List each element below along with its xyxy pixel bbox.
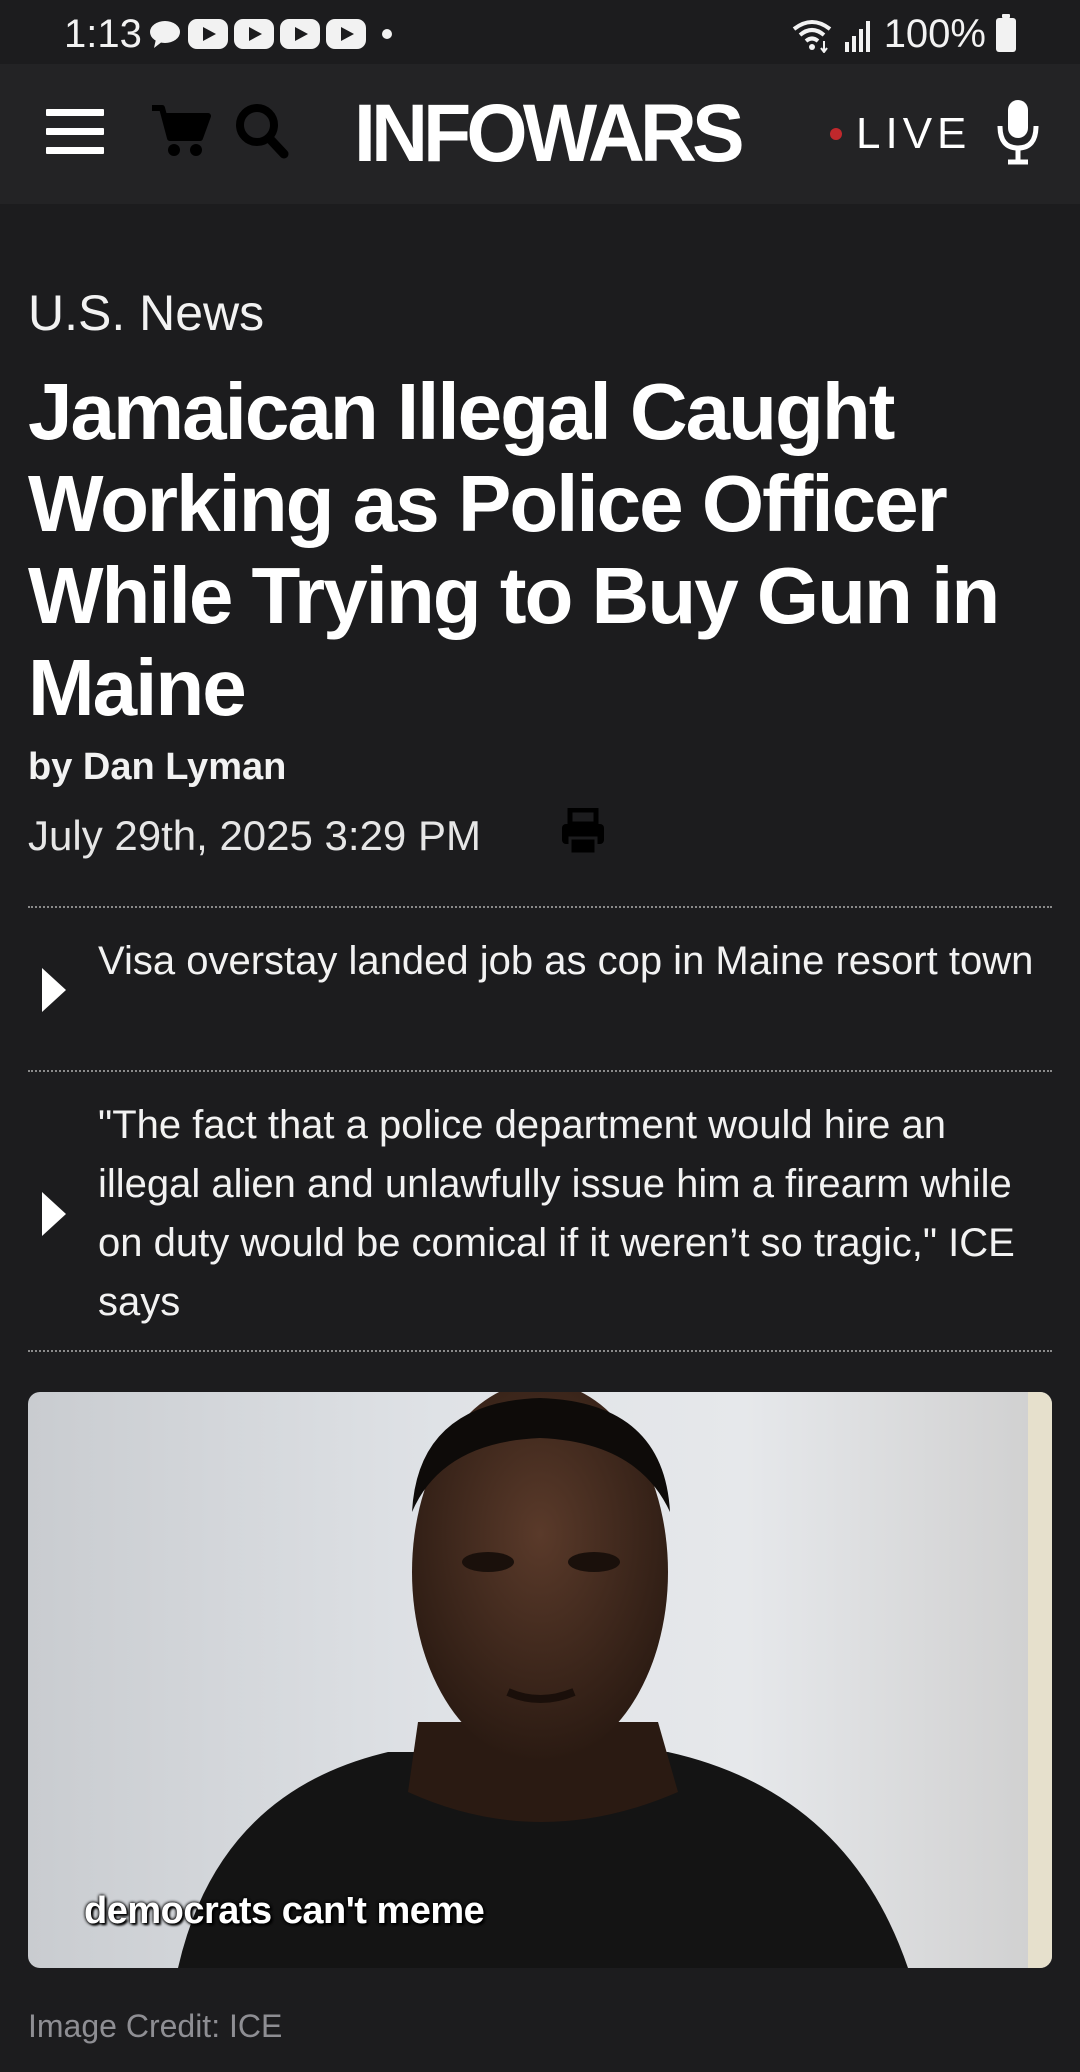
article-image[interactable]: democrats can't meme	[28, 1392, 1052, 1968]
bullet-text: Visa overstay landed job as cop in Maine…	[98, 939, 1034, 983]
print-icon[interactable]	[560, 807, 606, 856]
chat-bubble-icon	[148, 19, 182, 49]
wifi-icon	[792, 19, 831, 53]
youtube-icon	[234, 19, 274, 49]
dot-icon	[382, 29, 392, 39]
search-icon[interactable]	[234, 102, 290, 160]
live-dot-icon	[830, 128, 842, 140]
site-header: INFOWARS LIVE	[0, 64, 1080, 204]
battery-icon	[996, 13, 1016, 52]
caret-right-icon	[42, 1192, 66, 1236]
article-byline: by Dan Lyman	[28, 746, 286, 789]
battery-percentage: 100%	[883, 12, 986, 56]
list-item: "The fact that a police department would…	[28, 1070, 1052, 1352]
caret-right-icon	[42, 968, 66, 1012]
youtube-icon	[188, 19, 228, 49]
signal-icon	[844, 20, 870, 52]
list-item: Visa overstay landed job as cop in Maine…	[28, 906, 1052, 1070]
microphone-icon[interactable]	[996, 98, 1040, 168]
image-caption: democrats can't meme	[84, 1890, 485, 1932]
summary-bullets: Visa overstay landed job as cop in Maine…	[28, 906, 1052, 1352]
article-date: July 29th, 2025 3:29 PM	[28, 812, 481, 859]
article-category[interactable]: U.S. News	[28, 284, 264, 342]
image-credit: Image Credit: ICE	[28, 2008, 283, 2044]
bullet-text: "The fact that a police department would…	[98, 1103, 1015, 1324]
live-button[interactable]: LIVE	[830, 104, 971, 164]
author-link[interactable]: Dan Lyman	[83, 746, 286, 788]
site-logo[interactable]: INFOWARS	[354, 82, 745, 186]
youtube-icon	[326, 19, 366, 49]
youtube-icon	[280, 19, 320, 49]
menu-icon[interactable]	[46, 106, 104, 158]
article-headline: Jamaican Illegal Caught Working as Polic…	[28, 367, 1000, 732]
status-bar: 1:13 100%	[0, 0, 1080, 64]
status-time: 1:13	[64, 12, 142, 56]
notification-icons	[148, 17, 392, 51]
status-right: 100%	[790, 12, 1016, 57]
byline-prefix: by	[28, 746, 83, 788]
portrait-illustration	[178, 1392, 1052, 1968]
cart-icon[interactable]	[150, 100, 212, 160]
live-label: LIVE	[856, 109, 972, 158]
